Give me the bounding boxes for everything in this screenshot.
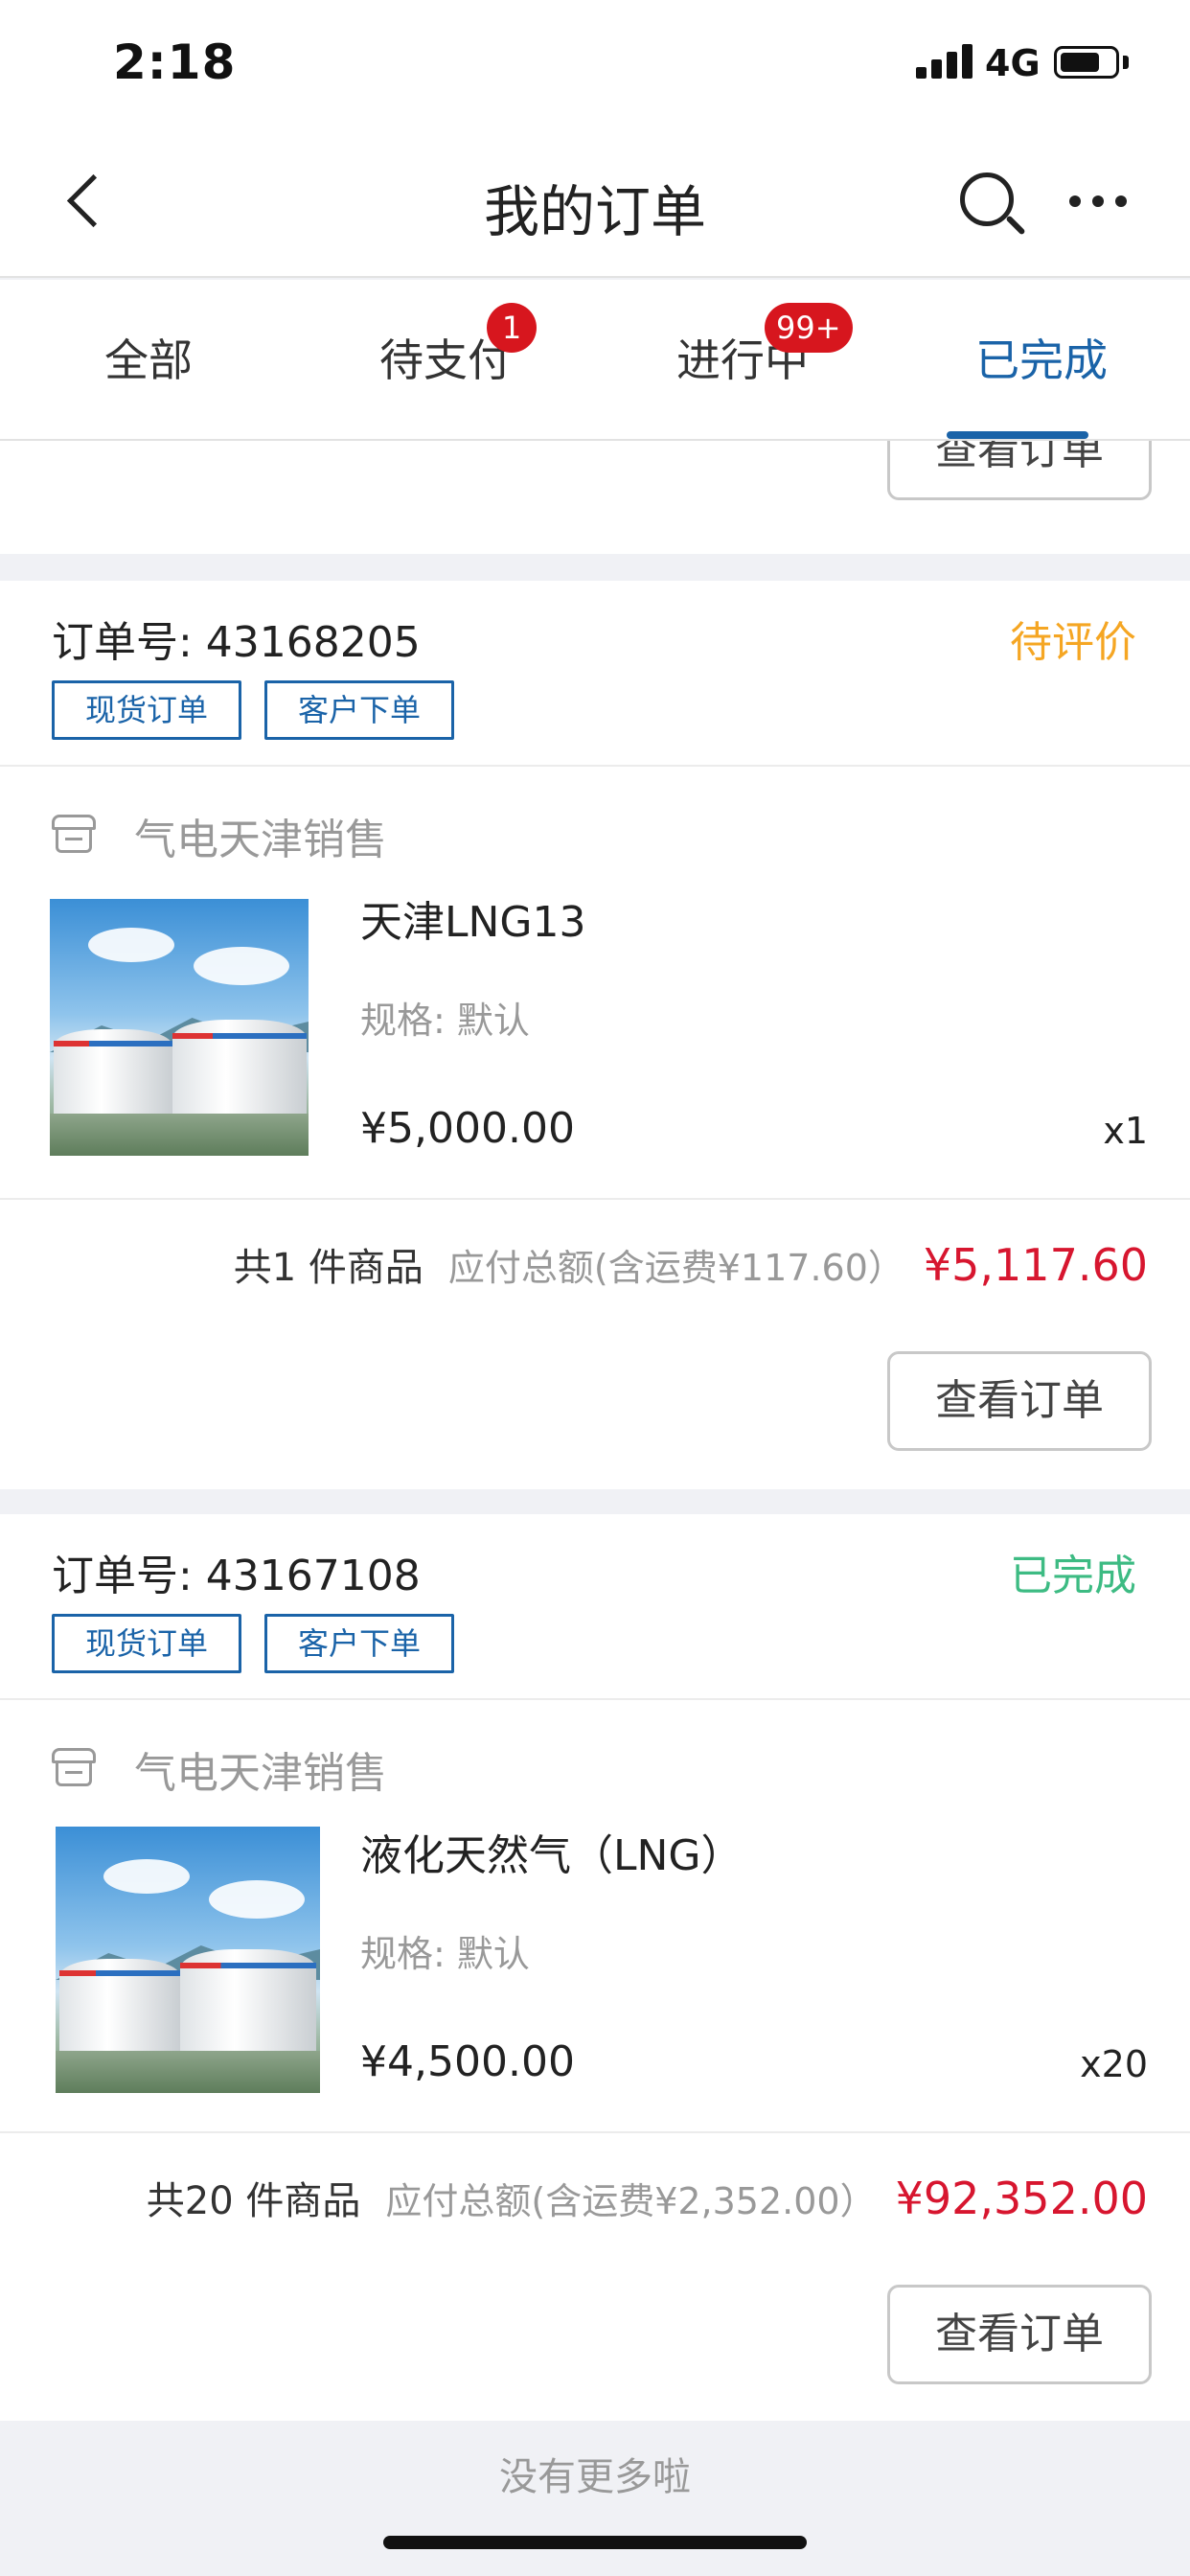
product-name[interactable]: 液化天然气（LNG） xyxy=(360,1821,744,1882)
product-price: ¥5,000.00 xyxy=(360,1104,575,1153)
order-card: 订单号: 43167108 已完成 现货订单 客户下单 气电天津销售 液化天然气… xyxy=(0,1514,1190,2421)
item-count: 共1 件商品 xyxy=(233,1246,423,1290)
more-icon[interactable] xyxy=(1069,192,1136,211)
divider xyxy=(0,1698,1190,1700)
payable-label: 应付总额(含运费¥2,352.00） xyxy=(385,2180,877,2222)
order-number: 订单号: 43168205 xyxy=(52,618,421,667)
order-tag: 现货订单 xyxy=(52,1614,241,1673)
order-total: ¥5,117.60 xyxy=(923,1239,1148,1291)
view-order-button[interactable]: 查看订单 xyxy=(887,1351,1152,1451)
tab-in-progress[interactable]: 进行中 xyxy=(594,280,891,441)
divider xyxy=(0,2131,1190,2133)
order-tag: 客户下单 xyxy=(264,680,454,740)
no-more-text: 没有更多啦 xyxy=(499,2455,691,2499)
battery-cap xyxy=(1123,56,1129,69)
order-summary: 共20 件商品 应付总额(含运费¥2,352.00） ¥92,352.00 xyxy=(147,2170,1148,2225)
home-indicator xyxy=(383,2536,807,2549)
product-spec: 规格: 默认 xyxy=(360,1933,530,1975)
order-status: 已完成 xyxy=(1010,1552,1136,1600)
order-total: ¥92,352.00 xyxy=(895,2173,1148,2224)
search-icon[interactable] xyxy=(954,167,1031,243)
order-card: 订单号: 43168205 待评价 现货订单 客户下单 气电天津销售 天津LNG… xyxy=(0,581,1190,1489)
tab-label: 全部 xyxy=(104,334,193,386)
product-image[interactable] xyxy=(50,899,309,1156)
network-label: 4G xyxy=(985,42,1041,84)
tab-badge: 1 xyxy=(487,303,537,353)
divider xyxy=(0,765,1190,767)
product-quantity: x20 xyxy=(1080,2043,1148,2085)
view-order-button[interactable]: 查看订单 xyxy=(887,2285,1152,2384)
nav-bar: 我的订单 xyxy=(0,125,1190,278)
store-name: 气电天津销售 xyxy=(134,816,387,864)
active-tab-indicator xyxy=(947,431,1088,439)
tab-label: 已完成 xyxy=(975,334,1108,386)
product-quantity: x1 xyxy=(1103,1110,1148,1152)
product-image[interactable] xyxy=(56,1827,320,2093)
payable-label: 应付总额(含运费¥117.60） xyxy=(447,1247,904,1289)
product-price: ¥4,500.00 xyxy=(360,2037,575,2086)
status-bar: 2:18 4G xyxy=(0,0,1190,125)
battery-icon xyxy=(1054,46,1119,79)
item-count: 共20 件商品 xyxy=(146,2179,361,2223)
order-tag: 客户下单 xyxy=(264,1614,454,1673)
order-summary: 共1 件商品 应付总额(含运费¥117.60） ¥5,117.60 xyxy=(234,1236,1148,1292)
tab-all[interactable]: 全部 xyxy=(0,280,297,441)
product-spec: 规格: 默认 xyxy=(360,1000,530,1042)
signal-icon xyxy=(916,44,975,79)
order-status: 待评价 xyxy=(1010,618,1136,667)
store-name: 气电天津销售 xyxy=(134,1749,387,1798)
tab-pending-payment[interactable]: 待支付 xyxy=(297,280,594,441)
order-tabs: 全部 待支付 1 进行中 99+ 已完成 xyxy=(0,280,1190,441)
tab-badge: 99+ xyxy=(765,303,853,353)
product-name[interactable]: 天津LNG13 xyxy=(360,887,586,949)
tab-completed[interactable]: 已完成 xyxy=(893,280,1190,441)
divider xyxy=(0,1198,1190,1200)
order-tag: 现货订单 xyxy=(52,680,241,740)
store-icon xyxy=(52,815,96,853)
status-time: 2:18 xyxy=(113,34,237,90)
order-card-partial: 查看订单 xyxy=(0,401,1190,554)
store-icon xyxy=(52,1748,96,1786)
order-number: 订单号: 43167108 xyxy=(52,1552,421,1600)
